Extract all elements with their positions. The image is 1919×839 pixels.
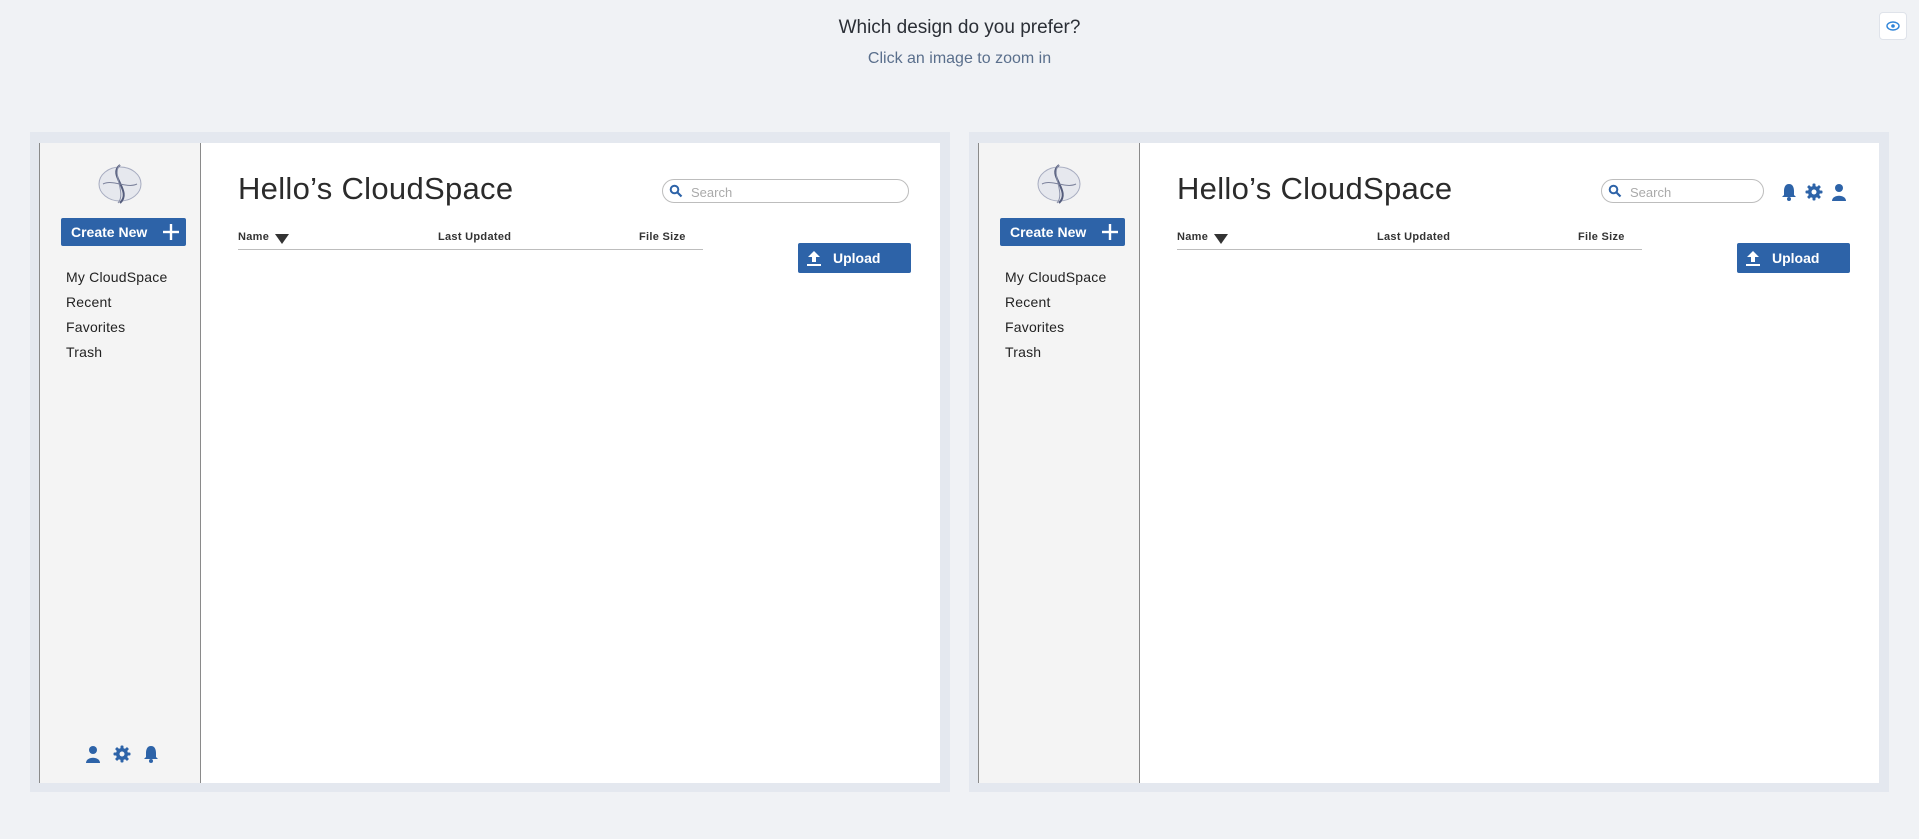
sidebar-item-favorites[interactable]: Favorites bbox=[66, 317, 167, 342]
column-last-updated[interactable]: Last Updated bbox=[1377, 231, 1450, 243]
upload-button[interactable]: Upload bbox=[798, 243, 911, 273]
header-icons bbox=[1780, 183, 1848, 201]
sidebar-item-trash[interactable]: Trash bbox=[66, 342, 167, 367]
bell-icon[interactable] bbox=[1780, 183, 1798, 201]
search-input[interactable] bbox=[689, 182, 893, 202]
design-b-frame: Create New My CloudSpace Recent Favorite… bbox=[978, 143, 1879, 783]
page-title: Hello’s CloudSpace bbox=[238, 171, 514, 206]
upload-label: Upload bbox=[833, 250, 881, 266]
plus-icon bbox=[163, 224, 179, 240]
bell-icon[interactable] bbox=[142, 745, 160, 763]
create-new-label: Create New bbox=[1010, 224, 1087, 240]
upload-label: Upload bbox=[1772, 250, 1820, 266]
column-file-size[interactable]: File Size bbox=[639, 231, 686, 243]
upload-icon bbox=[1746, 251, 1760, 266]
page-hint: Click an image to zoom in bbox=[867, 50, 1052, 67]
sidebar-item-favorites[interactable]: Favorites bbox=[1005, 317, 1106, 342]
main-content: Hello’s CloudSpace Search Name Last Upda… bbox=[1140, 143, 1879, 783]
search-icon bbox=[1608, 184, 1622, 198]
toggle-view-button[interactable] bbox=[1879, 12, 1907, 40]
user-icon[interactable] bbox=[84, 745, 102, 763]
design-option-b[interactable]: Create New My CloudSpace Recent Favorite… bbox=[969, 132, 1889, 792]
user-icon[interactable] bbox=[1830, 183, 1848, 201]
sidebar-bottom-icons bbox=[84, 745, 160, 763]
page-question: Which design do you prefer? bbox=[838, 17, 1081, 38]
column-name[interactable]: Name bbox=[1177, 231, 1208, 243]
plus-icon bbox=[1102, 224, 1118, 240]
sidebar-item-recent[interactable]: Recent bbox=[66, 292, 167, 317]
page-title: Hello’s CloudSpace bbox=[1177, 171, 1453, 206]
file-table-header: Name Last Updated File Size bbox=[238, 231, 703, 250]
file-table-header: Name Last Updated File Size bbox=[1177, 231, 1642, 250]
sort-down-icon[interactable] bbox=[275, 233, 289, 245]
sidebar: Create New My CloudSpace Recent Favorite… bbox=[978, 143, 1140, 783]
upload-icon bbox=[807, 251, 821, 266]
search-box bbox=[1601, 179, 1764, 203]
logo-icon bbox=[1037, 164, 1081, 204]
sidebar-item-my-cloudspace[interactable]: My CloudSpace bbox=[66, 267, 167, 292]
sidebar-item-trash[interactable]: Trash bbox=[1005, 342, 1106, 367]
create-new-button[interactable]: Create New bbox=[1000, 218, 1125, 246]
sidebar: Create New My CloudSpace Recent Favorite… bbox=[39, 143, 201, 783]
upload-button[interactable]: Upload bbox=[1737, 243, 1850, 273]
sidebar-item-recent[interactable]: Recent bbox=[1005, 292, 1106, 317]
design-a-frame: Create New My CloudSpace Recent Favorite… bbox=[39, 143, 940, 783]
column-name[interactable]: Name bbox=[238, 231, 269, 243]
main-content: Hello’s CloudSpace Name Last Updated Fil… bbox=[201, 143, 940, 783]
gear-icon[interactable] bbox=[1805, 183, 1823, 201]
sidebar-item-my-cloudspace[interactable]: My CloudSpace bbox=[1005, 267, 1106, 292]
sort-down-icon[interactable] bbox=[1214, 233, 1228, 245]
create-new-label: Create New bbox=[71, 224, 148, 240]
search-box bbox=[662, 179, 909, 203]
eye-icon bbox=[1886, 21, 1900, 31]
column-file-size[interactable]: File Size bbox=[1578, 231, 1625, 243]
sidebar-nav: My CloudSpace Recent Favorites Trash bbox=[66, 267, 167, 367]
create-new-button[interactable]: Create New bbox=[61, 218, 186, 246]
sidebar-nav: My CloudSpace Recent Favorites Trash bbox=[1005, 267, 1106, 367]
logo-icon bbox=[98, 164, 142, 204]
search-input[interactable] bbox=[1628, 182, 1762, 202]
search-icon bbox=[669, 184, 683, 198]
design-option-a[interactable]: Create New My CloudSpace Recent Favorite… bbox=[30, 132, 950, 792]
gear-icon[interactable] bbox=[113, 745, 131, 763]
column-last-updated[interactable]: Last Updated bbox=[438, 231, 511, 243]
